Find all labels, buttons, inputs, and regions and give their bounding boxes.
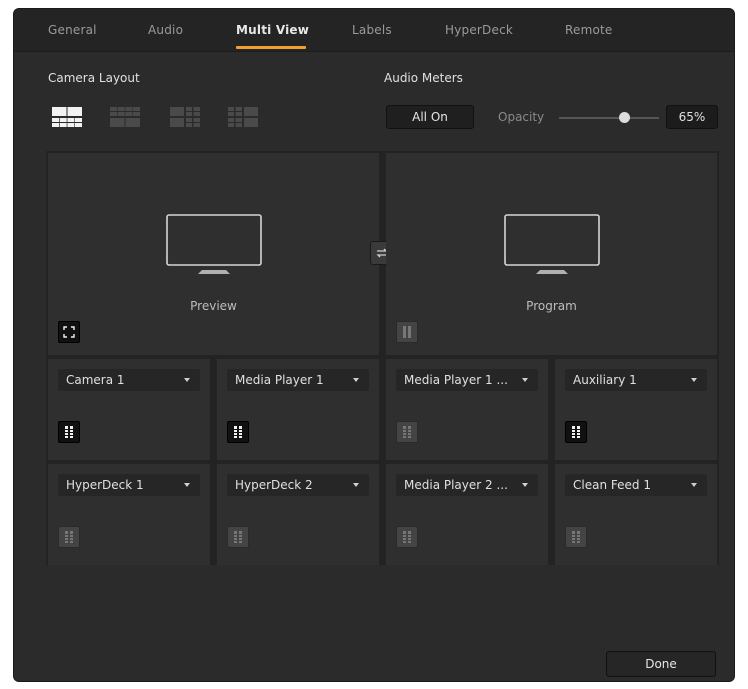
opacity-slider[interactable] — [559, 117, 659, 119]
camera-layout-title: Camera Layout — [48, 71, 140, 85]
audio-meter-toggle[interactable] — [58, 526, 80, 548]
audio-meter-icon — [572, 426, 580, 438]
view-source-dropdown[interactable]: Camera 1 — [58, 369, 200, 391]
view-cell: Camera 1 — [48, 359, 210, 460]
done-button[interactable]: Done — [606, 651, 716, 677]
view-source-dropdown[interactable]: HyperDeck 2 — [227, 474, 369, 496]
audio-meter-icon — [403, 531, 411, 543]
layout-option-2[interactable] — [110, 107, 140, 127]
multiview-grid: Preview Program Camera 1 Media Player 1 … — [46, 151, 719, 565]
view-source-label: Media Player 2 ... — [404, 478, 508, 492]
audio-meter-toggle[interactable] — [565, 421, 587, 443]
program-audio-meter-toggle[interactable] — [396, 321, 418, 343]
program-window: Program — [386, 153, 717, 355]
view-cell: Clean Feed 1 — [555, 464, 717, 565]
chevron-down-icon — [522, 483, 528, 487]
audio-meter-icon — [65, 531, 73, 543]
view-cell: Media Player 2 ... — [386, 464, 548, 565]
view-source-label: Media Player 1 ... — [404, 373, 508, 387]
chevron-down-icon — [353, 483, 359, 487]
view-source-label: HyperDeck 2 — [235, 478, 313, 492]
all-on-button[interactable]: All On — [386, 105, 474, 129]
chevron-down-icon — [522, 378, 528, 382]
chevron-down-icon — [353, 378, 359, 382]
view-source-dropdown[interactable]: Auxiliary 1 — [565, 369, 707, 391]
audio-meter-toggle[interactable] — [227, 421, 249, 443]
audio-meter-toggle[interactable] — [396, 526, 418, 548]
chevron-down-icon — [691, 378, 697, 382]
audio-meter-toggle[interactable] — [396, 421, 418, 443]
layout-option-3[interactable] — [170, 107, 200, 127]
tab-labels[interactable]: Labels — [352, 23, 392, 37]
layout-option-4[interactable] — [228, 107, 258, 127]
audio-meter-icon — [572, 531, 580, 543]
tab-general[interactable]: General — [48, 23, 97, 37]
view-source-dropdown[interactable]: Media Player 1 ... — [396, 369, 538, 391]
opacity-value[interactable]: 65% — [666, 105, 718, 129]
multiview-settings-window: General Audio Multi View Labels HyperDec… — [13, 8, 735, 682]
audio-meter-icon — [234, 531, 242, 543]
chevron-down-icon — [184, 483, 190, 487]
preview-label: Preview — [190, 299, 237, 313]
view-cell: HyperDeck 2 — [217, 464, 379, 565]
audio-meter-icon — [65, 426, 73, 438]
safe-area-icon — [63, 326, 75, 338]
audio-meter-icon — [403, 326, 411, 338]
audio-meter-toggle[interactable] — [565, 526, 587, 548]
audio-meter-icon — [234, 426, 242, 438]
view-cell: Auxiliary 1 — [555, 359, 717, 460]
monitor-icon — [166, 214, 262, 274]
audio-meter-icon — [403, 426, 411, 438]
view-source-dropdown[interactable]: Media Player 1 — [227, 369, 369, 391]
active-tab-indicator — [236, 46, 306, 49]
view-source-dropdown[interactable]: HyperDeck 1 — [58, 474, 200, 496]
audio-meter-toggle[interactable] — [227, 526, 249, 548]
view-source-dropdown[interactable]: Media Player 2 ... — [396, 474, 538, 496]
tab-multi-view[interactable]: Multi View — [236, 23, 309, 37]
opacity-label: Opacity — [498, 110, 545, 124]
opacity-slider-handle[interactable] — [619, 112, 630, 123]
program-label: Program — [526, 299, 577, 313]
view-cell: HyperDeck 1 — [48, 464, 210, 565]
chevron-down-icon — [691, 483, 697, 487]
monitor-icon — [504, 214, 600, 274]
layout-option-1[interactable] — [52, 107, 82, 127]
view-source-label: HyperDeck 1 — [66, 478, 144, 492]
preview-window: Preview — [48, 153, 379, 355]
tab-hyperdeck[interactable]: HyperDeck — [445, 23, 513, 37]
view-cell: Media Player 1 — [217, 359, 379, 460]
audio-meter-toggle[interactable] — [58, 421, 80, 443]
safe-area-toggle[interactable] — [58, 321, 80, 343]
view-source-dropdown[interactable]: Clean Feed 1 — [565, 474, 707, 496]
view-cell: Media Player 1 ... — [386, 359, 548, 460]
view-source-label: Clean Feed 1 — [573, 478, 651, 492]
view-source-label: Auxiliary 1 — [573, 373, 637, 387]
audio-meters-title: Audio Meters — [384, 71, 463, 85]
chevron-down-icon — [184, 378, 190, 382]
view-source-label: Media Player 1 — [235, 373, 324, 387]
view-source-label: Camera 1 — [66, 373, 125, 387]
tab-audio[interactable]: Audio — [148, 23, 183, 37]
tab-bar: General Audio Multi View Labels HyperDec… — [14, 9, 734, 52]
tab-remote[interactable]: Remote — [565, 23, 613, 37]
